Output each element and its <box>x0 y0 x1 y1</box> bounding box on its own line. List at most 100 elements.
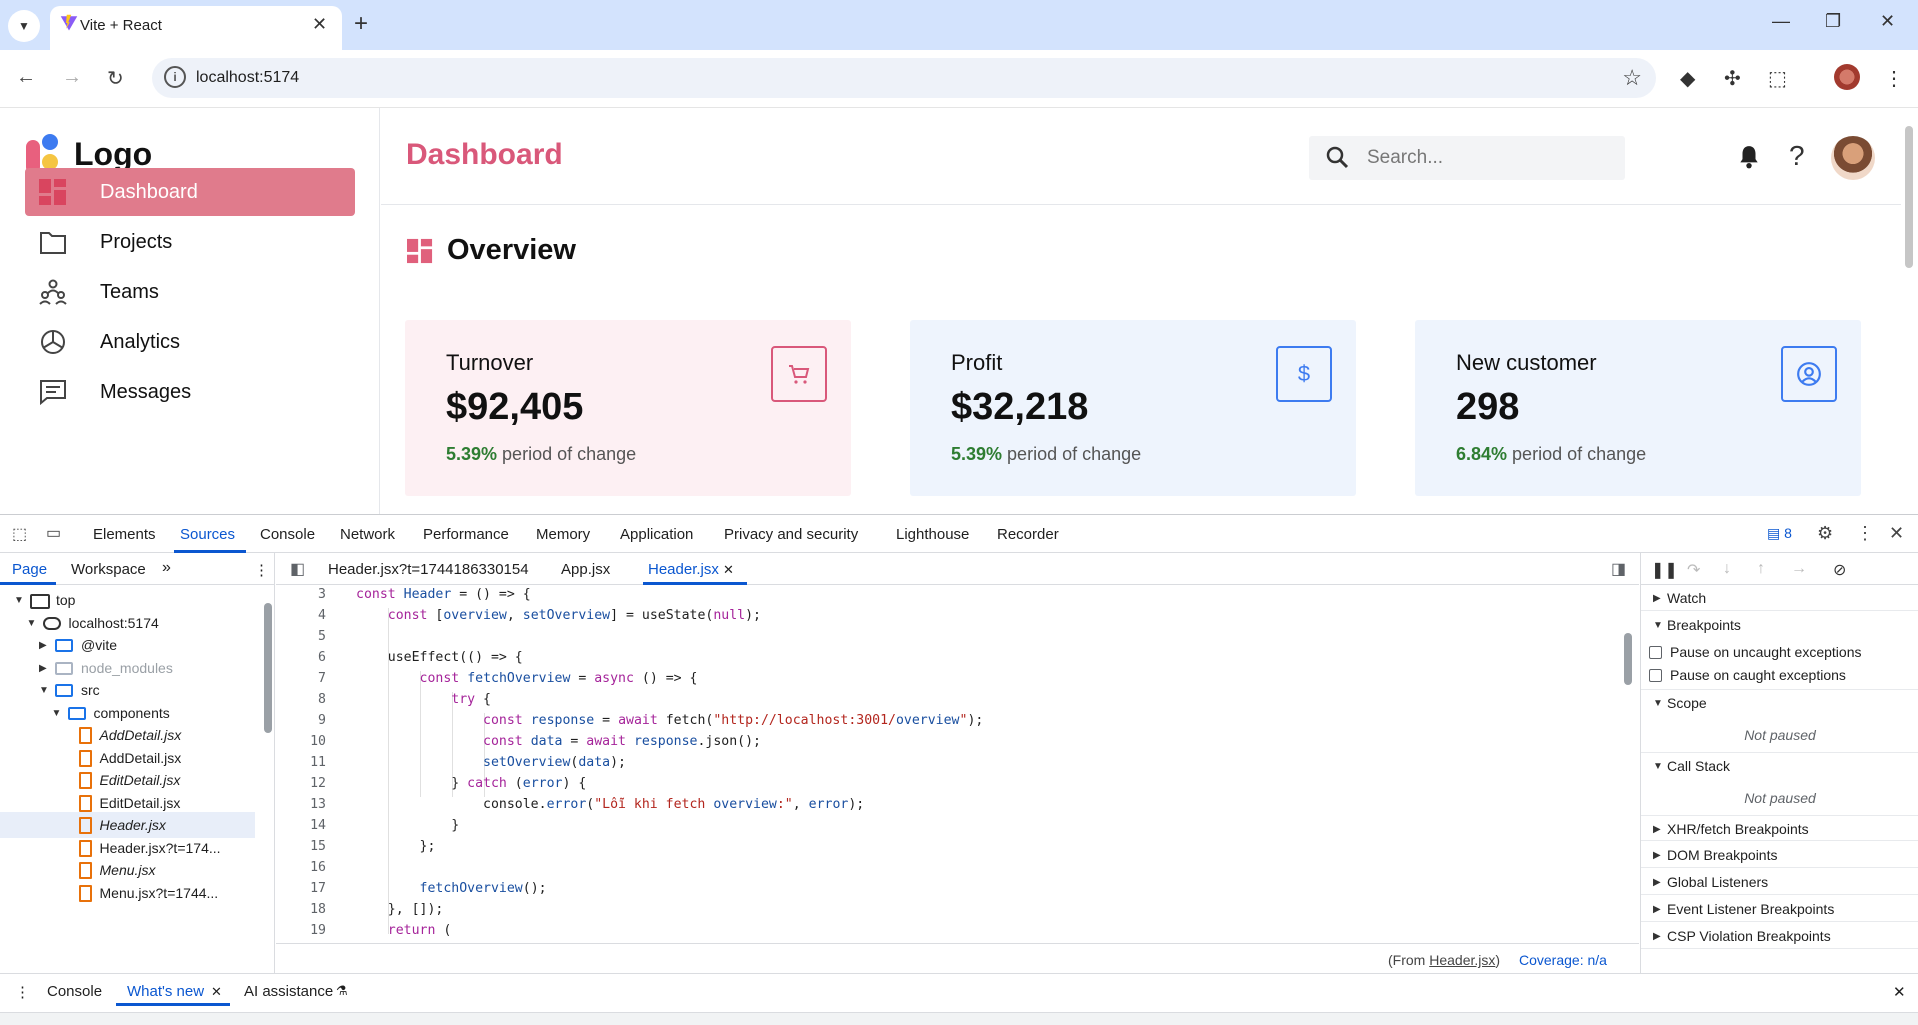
line-number[interactable]: 11 <box>276 755 326 770</box>
more-tabs-icon[interactable]: » <box>162 559 171 577</box>
inspect-element-icon[interactable]: ⬚ <box>12 524 27 544</box>
pause-uncaught-checkbox[interactable]: Pause on uncaught exceptions <box>1649 644 1861 660</box>
close-drawer-icon[interactable]: ✕ <box>1893 983 1906 1001</box>
close-tab-icon[interactable]: ✕ <box>211 984 222 1000</box>
sidebar-item-messages[interactable]: Messages <box>25 368 355 416</box>
tab-application[interactable]: Application <box>620 526 693 543</box>
section-breakpoints[interactable]: ▼ Breakpoints <box>1641 612 1918 638</box>
step-out-icon[interactable]: ↑ <box>1757 560 1765 578</box>
tab-console[interactable]: Console <box>260 526 315 543</box>
line-number[interactable]: 18 <box>276 902 326 917</box>
tab-elements[interactable]: Elements <box>93 526 156 543</box>
source-file-link[interactable]: Header.jsx <box>1429 952 1495 968</box>
close-tab-icon[interactable]: ✕ <box>723 562 734 578</box>
search-input[interactable] <box>1367 146 1607 170</box>
section-watch[interactable]: ▶ Watch <box>1641 585 1918 611</box>
avatar[interactable] <box>1831 136 1875 180</box>
step-into-icon[interactable]: ↓ <box>1723 560 1731 578</box>
reload-icon[interactable]: ↻ <box>107 66 124 91</box>
drawer-tab-console[interactable]: Console <box>47 983 102 1000</box>
tab-network[interactable]: Network <box>340 526 395 543</box>
collapse-arrow-icon[interactable]: ▼ <box>27 618 37 629</box>
tab-recorder[interactable]: Recorder <box>997 526 1059 543</box>
line-number[interactable]: 3 <box>276 587 326 602</box>
back-arrow-icon[interactable]: ← <box>16 66 36 89</box>
address-bar[interactable]: i localhost:5174 ☆ <box>152 58 1656 98</box>
drawer-tab-whats-new[interactable]: What's new <box>127 983 204 1000</box>
sidebar-item-projects[interactable]: Projects <box>25 218 355 266</box>
collapse-arrow-icon[interactable]: ▼ <box>14 595 24 606</box>
tab-search-button[interactable]: ▼ <box>8 10 40 42</box>
deactivate-breakpoints-icon[interactable]: ⊘ <box>1833 560 1846 580</box>
minimize-button[interactable]: — <box>1772 11 1790 32</box>
tree-file-item[interactable]: Menu.jsx?t=1744... <box>0 880 255 906</box>
collapse-arrow-icon[interactable]: ▼ <box>39 685 49 696</box>
toggle-navigator-icon[interactable]: ◧ <box>290 559 305 579</box>
expand-arrow-icon[interactable]: ▶ <box>39 663 47 674</box>
drawer-menu-icon[interactable]: ⋮ <box>15 983 30 1001</box>
line-number[interactable]: 19 <box>276 923 326 937</box>
tab-lighthouse[interactable]: Lighthouse <box>896 526 969 543</box>
coverage-status[interactable]: Coverage: n/a <box>1519 952 1607 968</box>
line-number[interactable]: 12 <box>276 776 326 791</box>
section-dom-breakpoints[interactable]: ▶ DOM Breakpoints <box>1641 842 1918 868</box>
device-toolbar-icon[interactable]: ▭ <box>46 523 61 543</box>
tab-close-icon[interactable]: ✕ <box>312 14 327 35</box>
sidebar-item-analytics[interactable]: Analytics <box>25 318 355 366</box>
tab-page[interactable]: Page <box>12 561 47 578</box>
line-number[interactable]: 16 <box>276 860 326 875</box>
section-scope[interactable]: ▼ Scope <box>1641 689 1918 715</box>
restore-button[interactable]: ❐ <box>1825 11 1841 32</box>
tab-performance[interactable]: Performance <box>423 526 509 543</box>
pause-caught-checkbox[interactable]: Pause on caught exceptions <box>1649 667 1846 683</box>
bell-icon[interactable] <box>1736 144 1762 170</box>
section-xhr-breakpoints[interactable]: ▶ XHR/fetch Breakpoints <box>1641 815 1918 841</box>
line-number[interactable]: 6 <box>276 650 326 665</box>
expand-arrow-icon[interactable]: ▶ <box>39 640 47 651</box>
close-devtools-icon[interactable]: ✕ <box>1889 523 1904 544</box>
line-number[interactable]: 9 <box>276 713 326 728</box>
tab-workspace[interactable]: Workspace <box>71 561 146 578</box>
toggle-debugger-icon[interactable]: ◨ <box>1611 559 1626 579</box>
tab-memory[interactable]: Memory <box>536 526 590 543</box>
line-number[interactable]: 7 <box>276 671 326 686</box>
drawer-tab-ai-assistance[interactable]: AI assistance <box>244 983 333 1000</box>
extension-icon[interactable]: ◆ <box>1680 66 1695 91</box>
navigator-menu-icon[interactable]: ⋮ <box>254 561 269 579</box>
collapse-arrow-icon[interactable]: ▼ <box>52 708 62 719</box>
section-global-listeners[interactable]: ▶ Global Listeners <box>1641 869 1918 895</box>
line-number[interactable]: 10 <box>276 734 326 749</box>
line-number[interactable]: 14 <box>276 818 326 833</box>
code-view[interactable]: 3 const Header = () => {4 const [overview… <box>276 587 1616 937</box>
sidebar-item-teams[interactable]: Teams <box>25 268 355 316</box>
forward-arrow-icon[interactable]: → <box>62 66 82 89</box>
site-info-icon[interactable]: i <box>164 66 186 88</box>
tab-sources[interactable]: Sources <box>180 526 235 543</box>
section-csp-violation-breakpoints[interactable]: ▶ CSP Violation Breakpoints <box>1641 923 1918 949</box>
bookmark-star-icon[interactable]: ☆ <box>1622 65 1642 91</box>
page-scrollbar[interactable] <box>1901 108 1918 514</box>
line-number[interactable]: 15 <box>276 839 326 854</box>
step-over-icon[interactable]: ↷ <box>1687 560 1700 580</box>
more-options-icon[interactable]: ⋮ <box>1856 523 1874 544</box>
step-icon[interactable]: → <box>1791 560 1807 578</box>
navigator-scrollbar[interactable] <box>264 603 272 733</box>
line-number[interactable]: 4 <box>276 608 326 623</box>
line-number[interactable]: 8 <box>276 692 326 707</box>
extension-icon[interactable]: ✣ <box>1724 66 1741 91</box>
editor-tab-app[interactable]: App.jsx <box>561 561 610 578</box>
section-event-listener-breakpoints[interactable]: ▶ Event Listener Breakpoints <box>1641 896 1918 922</box>
browser-menu-icon[interactable]: ⋮ <box>1884 66 1904 91</box>
code-scrollbar[interactable] <box>1624 633 1632 685</box>
page-scrollbar-thumb[interactable] <box>1905 126 1913 268</box>
line-number[interactable]: 13 <box>276 797 326 812</box>
sidebar-item-dashboard[interactable]: Dashboard <box>25 168 355 216</box>
tab-privacy-security[interactable]: Privacy and security <box>724 526 858 543</box>
profile-avatar[interactable] <box>1834 64 1860 90</box>
help-icon[interactable]: ? <box>1789 140 1805 172</box>
editor-tab-header[interactable]: Header.jsx <box>648 561 719 578</box>
section-call-stack[interactable]: ▼ Call Stack <box>1641 752 1918 778</box>
window-close-button[interactable]: ✕ <box>1880 11 1895 32</box>
issues-badge[interactable]: ▤ 8 <box>1767 525 1792 542</box>
line-number[interactable]: 5 <box>276 629 326 644</box>
